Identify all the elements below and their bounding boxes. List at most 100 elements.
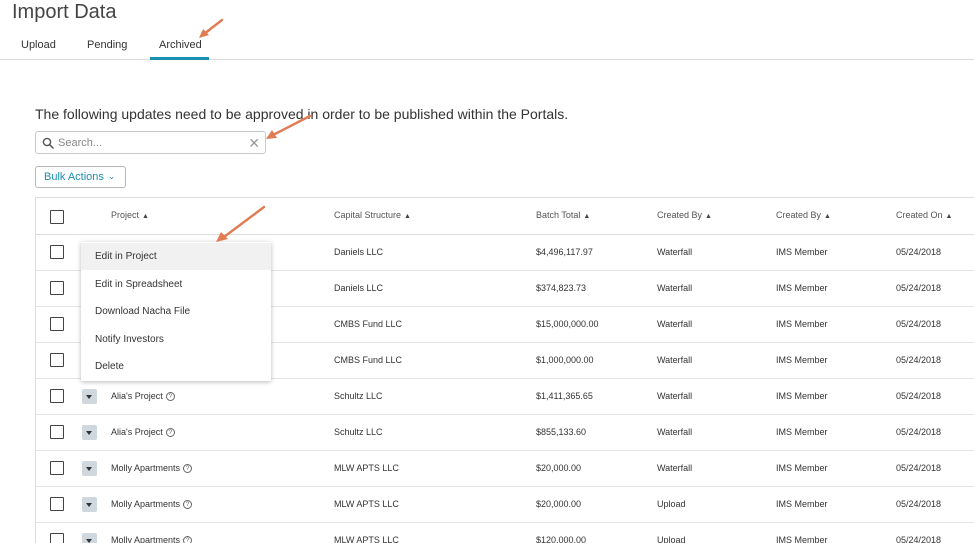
bulk-actions-label: Bulk Actions: [44, 171, 104, 183]
menu-item-edit-in-project[interactable]: Edit in Project: [81, 243, 271, 270]
cell-project[interactable]: Alia's Project?: [111, 391, 175, 401]
cell-capital-structure: CMBS Fund LLC: [334, 319, 403, 329]
cell-batch-total: $15,000,000.00: [536, 319, 599, 329]
cell-capital-structure: Schultz LLC: [334, 391, 383, 401]
column-header-created-on[interactable]: Created On ▲: [896, 210, 952, 220]
cell-batch-total: $20,000.00: [536, 499, 582, 509]
cell-project[interactable]: Molly Apartments?: [111, 463, 193, 473]
column-header-capital-structure[interactable]: Capital Structure ▲: [334, 210, 411, 220]
cell-created-by: Upload: [657, 535, 686, 543]
cell-created-on: 05/24/2018: [896, 427, 942, 437]
cell-capital-structure: Schultz LLC: [334, 427, 383, 437]
active-tab-indicator: [150, 57, 209, 60]
cell-batch-total: $20,000.00: [536, 463, 582, 473]
row-checkbox[interactable]: [50, 425, 64, 439]
cell-batch-total: $4,496,117.97: [536, 247, 593, 257]
cell-batch-total: $1,411,365.65: [536, 391, 593, 401]
cell-created-on: 05/24/2018: [896, 319, 942, 329]
menu-item-delete[interactable]: Delete: [81, 353, 271, 380]
cell-created-by-user: IMS Member: [776, 319, 828, 329]
help-icon[interactable]: ?: [183, 464, 193, 473]
row-actions-toggle[interactable]: [82, 425, 97, 440]
column-header-project[interactable]: Project ▲: [111, 210, 149, 220]
row-checkbox[interactable]: [50, 389, 64, 403]
row-checkbox[interactable]: [50, 533, 64, 543]
cell-created-by: Waterfall: [657, 355, 693, 365]
help-icon[interactable]: ?: [183, 536, 193, 543]
cell-created-by-user: IMS Member: [776, 283, 828, 293]
help-icon[interactable]: ?: [183, 500, 193, 509]
cell-capital-structure: CMBS Fund LLC: [334, 355, 403, 365]
cell-capital-structure: Daniels LLC: [334, 247, 384, 257]
cell-created-on: 05/24/2018: [896, 535, 942, 543]
cell-created-by-user: IMS Member: [776, 247, 828, 257]
row-checkbox[interactable]: [50, 281, 64, 295]
annotation-arrow-icon: [266, 114, 312, 139]
menu-item-download-nacha-file[interactable]: Download Nacha File: [81, 298, 271, 325]
row-actions-toggle[interactable]: [82, 461, 97, 476]
sort-asc-icon: ▲: [142, 213, 149, 220]
cell-batch-total: $120,000.00: [536, 535, 587, 543]
cell-created-on: 05/24/2018: [896, 463, 942, 473]
search-input[interactable]: [58, 134, 248, 151]
column-header-created-by-user[interactable]: Created By ▲: [776, 210, 831, 220]
sort-asc-icon: ▲: [404, 213, 411, 220]
sort-asc-icon: ▲: [705, 213, 712, 220]
cell-created-by-user: IMS Member: [776, 535, 828, 543]
cell-created-by: Waterfall: [657, 391, 693, 401]
table-row: Molly Apartments? MLW APTS LLC $120,000.…: [36, 523, 974, 543]
select-all-checkbox[interactable]: [50, 210, 64, 224]
cell-created-by-user: IMS Member: [776, 427, 828, 437]
cell-created-by-user: IMS Member: [776, 355, 828, 365]
table-row: Alia's Project? Schultz LLC $1,411,365.6…: [36, 379, 974, 415]
tab-pending[interactable]: Pending: [87, 39, 127, 51]
cell-created-on: 05/24/2018: [896, 283, 942, 293]
column-header-created-by[interactable]: Created By ▲: [657, 210, 712, 220]
table-row: Molly Apartments? MLW APTS LLC $20,000.0…: [36, 451, 974, 487]
annotation-arrow-icon: [216, 205, 266, 242]
tab-bar: Upload Pending Archived: [0, 32, 974, 60]
row-actions-toggle[interactable]: [82, 497, 97, 512]
row-actions-menu: Edit in Project Edit in Spreadsheet Down…: [81, 242, 271, 381]
page-title: Import Data: [12, 1, 117, 23]
sort-asc-icon: ▲: [824, 213, 831, 220]
column-header-batch-total[interactable]: Batch Total ▲: [536, 210, 590, 220]
row-checkbox[interactable]: [50, 353, 64, 367]
cell-created-by-user: IMS Member: [776, 463, 828, 473]
cell-project[interactable]: Molly Apartments?: [111, 535, 193, 543]
annotation-arrow-icon: [199, 18, 224, 38]
cell-project[interactable]: Alia's Project?: [111, 427, 175, 437]
clear-search-icon[interactable]: ✕: [248, 135, 260, 151]
cell-created-by: Upload: [657, 499, 686, 509]
sort-asc-icon: ▲: [945, 213, 953, 220]
cell-created-on: 05/24/2018: [896, 499, 942, 509]
cell-created-on: 05/24/2018: [896, 247, 942, 257]
cell-batch-total: $1,000,000.00: [536, 355, 594, 365]
table-row: Molly Apartments? MLW APTS LLC $20,000.0…: [36, 487, 974, 523]
tab-upload[interactable]: Upload: [21, 39, 56, 51]
row-checkbox[interactable]: [50, 317, 64, 331]
cell-created-by: Waterfall: [657, 463, 693, 473]
bulk-actions-button[interactable]: Bulk Actions ⌄: [35, 166, 126, 188]
help-icon[interactable]: ?: [165, 428, 175, 437]
row-checkbox[interactable]: [50, 245, 64, 259]
menu-item-edit-in-spreadsheet[interactable]: Edit in Spreadsheet: [81, 271, 271, 298]
cell-created-on: 05/24/2018: [896, 355, 942, 365]
cell-batch-total: $374,823.73: [536, 283, 587, 293]
cell-created-on: 05/24/2018: [896, 391, 942, 401]
table-header: Project ▲ Capital Structure ▲ Batch Total ▲…: [36, 198, 974, 235]
cell-created-by: Waterfall: [657, 427, 693, 437]
cell-capital-structure: MLW APTS LLC: [334, 535, 399, 543]
cell-project[interactable]: Molly Apartments?: [111, 499, 193, 509]
help-icon[interactable]: ?: [165, 392, 175, 401]
cell-capital-structure: Daniels LLC: [334, 283, 384, 293]
row-actions-toggle[interactable]: [82, 389, 97, 404]
row-actions-toggle[interactable]: [82, 533, 97, 543]
chevron-down-icon: ⌄: [108, 172, 115, 181]
search-icon: [42, 137, 54, 149]
row-checkbox[interactable]: [50, 497, 64, 511]
cell-created-by: Waterfall: [657, 247, 693, 257]
menu-item-notify-investors[interactable]: Notify Investors: [81, 326, 271, 353]
row-checkbox[interactable]: [50, 461, 64, 475]
search-box: ✕: [35, 131, 266, 154]
